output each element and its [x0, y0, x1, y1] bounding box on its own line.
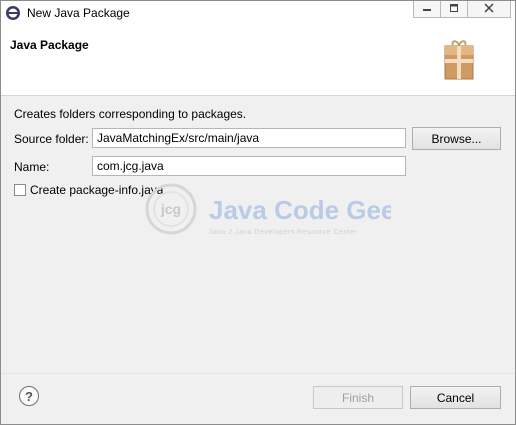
- watermark-logo: jcg: [160, 201, 181, 217]
- package-name-field[interactable]: com.jcg.java: [92, 156, 406, 176]
- finish-button[interactable]: Finish: [313, 386, 403, 409]
- title-bar: New Java Package: [1, 1, 515, 25]
- restore-icon: [449, 2, 459, 16]
- page-description: Creates folders corresponding to package…: [14, 107, 247, 121]
- footer-separator: [1, 373, 515, 374]
- browse-button[interactable]: Browse...: [412, 127, 501, 150]
- eclipse-icon: [5, 5, 21, 21]
- close-icon: [484, 2, 494, 16]
- page-title: Java Package: [10, 38, 89, 52]
- help-button[interactable]: ?: [19, 386, 39, 406]
- source-folder-field[interactable]: JavaMatchingEx/src/main/java: [92, 128, 406, 148]
- minimize-button[interactable]: [413, 1, 441, 18]
- close-button[interactable]: [467, 1, 511, 18]
- question-icon: ?: [25, 388, 33, 404]
- source-folder-label: Source folder:: [14, 132, 89, 146]
- minimize-icon: [422, 2, 432, 16]
- watermark: jcg Java Code Geeks Java 2 Java Develope…: [141, 179, 424, 239]
- window-controls: [413, 1, 511, 19]
- watermark-tagline: Java 2 Java Developers Resource Center: [209, 229, 358, 236]
- window-title: New Java Package: [27, 6, 130, 20]
- package-info-checkbox[interactable]: [14, 184, 26, 196]
- restore-button[interactable]: [440, 1, 468, 18]
- package-icon: [443, 39, 475, 81]
- new-java-package-dialog: New Java Package Java Package Creates fo…: [0, 0, 516, 425]
- watermark-brand: Java Code Geeks: [209, 195, 391, 225]
- cancel-button[interactable]: Cancel: [410, 386, 501, 409]
- wizard-banner: Java Package: [1, 25, 515, 96]
- name-label: Name:: [14, 160, 50, 174]
